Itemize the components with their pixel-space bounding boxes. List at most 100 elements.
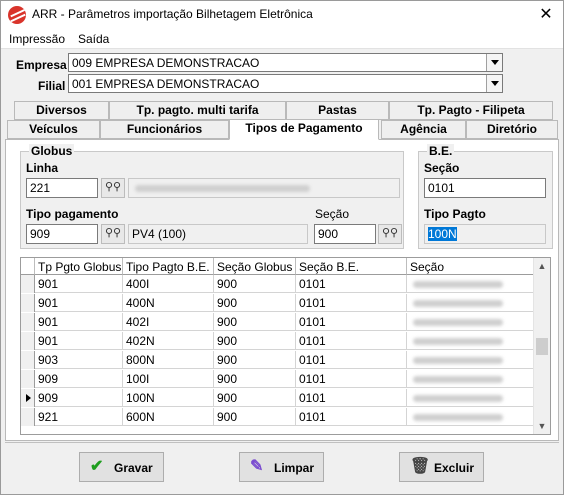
table-cell-redacted[interactable] [407, 351, 534, 369]
delete-button[interactable]: 🗑 Excluir [399, 452, 484, 482]
close-button[interactable]: ✕ [529, 1, 563, 29]
table-cell[interactable]: 903 [35, 351, 123, 369]
table-cell-redacted[interactable] [407, 408, 534, 426]
globus-secao-input[interactable]: 900 [314, 224, 376, 244]
column-header[interactable]: Seção B.E. [296, 258, 407, 275]
table-cell[interactable]: 0101 [296, 332, 407, 350]
empresa-select[interactable]: 009 EMPRESA DEMONSTRACAO [68, 53, 503, 72]
column-header[interactable]: Seção Globus [214, 258, 296, 275]
secao-lookup-button[interactable]: ⚲⚲ [378, 224, 402, 244]
row-indicator[interactable] [21, 351, 35, 369]
current-row-indicator-icon[interactable] [21, 389, 35, 407]
table-cell[interactable]: 100N [123, 389, 214, 407]
column-header[interactable]: Seção [407, 258, 534, 275]
tab-pastas[interactable]: Pastas [286, 101, 389, 120]
row-indicator[interactable] [21, 408, 35, 426]
clear-button[interactable]: ✎ Limpar [239, 452, 324, 482]
tab-agencia[interactable]: Agência [381, 120, 466, 139]
table-scrollbar[interactable]: ▲ ▼ [533, 258, 550, 434]
tab-tp-pagto-filipeta[interactable]: Tp. Pagto - Filipeta [389, 101, 553, 120]
linha-input[interactable]: 221 [26, 178, 98, 198]
binoculars-icon: ⚲⚲ [104, 181, 122, 193]
table-cell[interactable]: 909 [35, 389, 123, 407]
table-cell[interactable]: 901 [35, 332, 123, 350]
row-indicator[interactable] [21, 275, 35, 293]
table-row[interactable]: 901 402N 900 0101 [21, 332, 534, 350]
table-row[interactable]: 901 400I 900 0101 [21, 275, 534, 293]
linha-lookup-button[interactable]: ⚲⚲ [101, 178, 125, 198]
globus-secao-label: Seção [315, 207, 350, 221]
empresa-label: Empresa [16, 58, 67, 72]
table-cell[interactable]: 400I [123, 275, 214, 293]
column-header[interactable]: Tp Pgto Globus [35, 258, 123, 275]
table-cell-redacted[interactable] [407, 275, 534, 293]
table-cell[interactable]: 400N [123, 294, 214, 312]
be-tipo-pagto-input[interactable]: 100N [424, 224, 546, 244]
chevron-down-icon[interactable] [486, 54, 502, 71]
table-row[interactable]: 909 100N 900 0101 [21, 389, 534, 407]
table-row[interactable]: 901 402I 900 0101 [21, 313, 534, 331]
row-indicator[interactable] [21, 370, 35, 388]
table-cell[interactable]: 921 [35, 408, 123, 426]
tab-diversos[interactable]: Diversos [14, 101, 109, 120]
table-cell[interactable]: 0101 [296, 275, 407, 293]
table-cell[interactable]: 0101 [296, 389, 407, 407]
table-cell-redacted[interactable] [407, 294, 534, 312]
table-cell[interactable]: 900 [214, 370, 296, 388]
table-cell-redacted[interactable] [407, 332, 534, 350]
table-cell[interactable]: 100I [123, 370, 214, 388]
window-title: ARR - Parâmetros importação Bilhetagem E… [32, 7, 313, 21]
scroll-down-icon[interactable]: ▼ [534, 418, 550, 434]
payment-mapping-table[interactable]: Tp Pgto Globus Tipo Pagto B.E. Seção Glo… [20, 257, 551, 435]
row-indicator[interactable] [21, 294, 35, 312]
table-row[interactable]: 903 800N 900 0101 [21, 351, 534, 369]
table-cell-redacted[interactable] [407, 313, 534, 331]
tipo-pagamento-lookup-button[interactable]: ⚲⚲ [101, 224, 125, 244]
chevron-down-icon[interactable] [486, 75, 502, 92]
tipo-pagamento-input[interactable]: 909 [26, 224, 98, 244]
table-cell[interactable]: 0101 [296, 408, 407, 426]
tab-tipos-de-pagamento[interactable]: Tipos de Pagamento [229, 119, 379, 140]
save-button[interactable]: ✔ Gravar [79, 452, 164, 482]
table-cell[interactable]: 0101 [296, 294, 407, 312]
table-cell[interactable]: 900 [214, 275, 296, 293]
table-cell[interactable]: 0101 [296, 370, 407, 388]
table-cell[interactable]: 900 [214, 294, 296, 312]
binoculars-icon: ⚲⚲ [381, 227, 399, 239]
main-window: ARR - Parâmetros importação Bilhetagem E… [0, 0, 564, 495]
filial-select[interactable]: 001 EMPRESA DEMONSTRACAO [68, 74, 503, 93]
table-cell[interactable]: 900 [214, 389, 296, 407]
table-cell[interactable]: 900 [214, 351, 296, 369]
row-indicator[interactable] [21, 313, 35, 331]
table-cell[interactable]: 901 [35, 275, 123, 293]
table-cell-redacted[interactable] [407, 370, 534, 388]
table-cell[interactable]: 0101 [296, 313, 407, 331]
tab-tp-pagto-multi-tarifa[interactable]: Tp. pagto. multi tarifa [109, 101, 286, 120]
table-cell[interactable]: 901 [35, 313, 123, 331]
table-cell[interactable]: 800N [123, 351, 214, 369]
scroll-up-icon[interactable]: ▲ [534, 258, 550, 274]
tab-diretorio[interactable]: Diretório [466, 120, 558, 139]
tab-funcionarios[interactable]: Funcionários [100, 120, 229, 139]
table-cell[interactable]: 402N [123, 332, 214, 350]
table-cell[interactable]: 900 [214, 332, 296, 350]
table-row[interactable]: 909 100I 900 0101 [21, 370, 534, 388]
menu-impressao[interactable]: Impressão [9, 32, 65, 46]
title-bar: ARR - Parâmetros importação Bilhetagem E… [1, 1, 563, 29]
table-row[interactable]: 901 400N 900 0101 [21, 294, 534, 312]
table-row[interactable]: 921 600N 900 0101 [21, 408, 534, 426]
row-indicator[interactable] [21, 332, 35, 350]
tab-veiculos[interactable]: Veículos [7, 120, 100, 139]
table-cell[interactable]: 600N [123, 408, 214, 426]
table-cell[interactable]: 901 [35, 294, 123, 312]
menu-saida[interactable]: Saída [78, 32, 109, 46]
table-cell[interactable]: 0101 [296, 351, 407, 369]
table-cell-redacted[interactable] [407, 389, 534, 407]
table-cell[interactable]: 909 [35, 370, 123, 388]
table-cell[interactable]: 402I [123, 313, 214, 331]
column-header[interactable]: Tipo Pagto B.E. [123, 258, 214, 275]
table-cell[interactable]: 900 [214, 408, 296, 426]
scrollbar-thumb[interactable] [536, 338, 548, 355]
be-secao-input[interactable]: 0101 [424, 178, 546, 198]
table-cell[interactable]: 900 [214, 313, 296, 331]
